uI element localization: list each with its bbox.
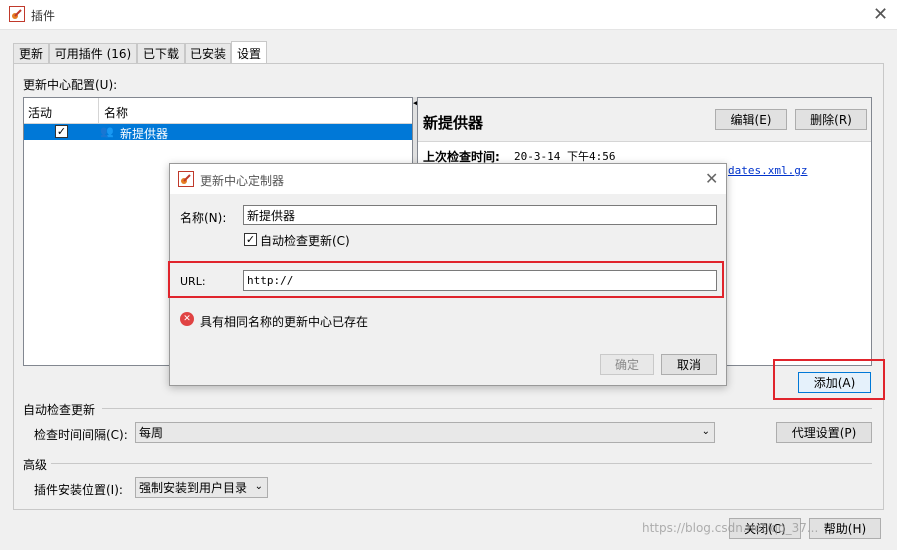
table-row[interactable]: ✓ 👥 新提供器 <box>24 124 412 141</box>
column-name: 名称 <box>104 106 129 120</box>
chevron-down-icon: ⌄ <box>254 481 263 492</box>
row-active-checkbox[interactable]: ✓ <box>55 125 68 138</box>
interval-select[interactable]: 每周 ⌄ <box>135 422 715 443</box>
advanced-divider <box>51 463 872 464</box>
column-active: 活动 <box>28 106 53 120</box>
install-location-select[interactable]: 强制安装到用户目录 ⌄ <box>135 477 268 498</box>
dialog-cancel-button[interactable]: 取消 <box>661 354 717 375</box>
dialog-app-icon <box>178 171 194 187</box>
update-center-customizer-dialog: 更新中心定制器 ✕ 名称(N): 新提供器 ✓ 自动检查更新(C) URL: h… <box>168 163 727 386</box>
dialog-close-icon[interactable]: ✕ <box>705 169 718 188</box>
error-message: 具有相同名称的更新中心已存在 <box>200 315 369 329</box>
dialog-title-bar: 更新中心定制器 ✕ <box>170 164 726 194</box>
tab-available-plugins[interactable]: 可用插件 (16) <box>49 43 137 63</box>
tab-updates[interactable]: 更新 <box>13 43 49 63</box>
add-button-highlight <box>773 359 885 400</box>
row-name: 新提供器 <box>120 127 169 141</box>
provider-icon: 👥 <box>100 125 114 138</box>
error-icon: ✕ <box>180 312 194 326</box>
close-icon[interactable]: ✕ <box>873 4 888 25</box>
install-location-label: 插件安装位置(I): <box>34 483 123 497</box>
advanced-section-label: 高级 <box>23 458 48 472</box>
url-highlight <box>168 261 724 298</box>
auto-check-checkbox[interactable]: ✓ <box>244 233 257 246</box>
delete-button[interactable]: 删除(R) <box>795 109 867 130</box>
dialog-name-field[interactable]: 新提供器 <box>243 205 717 225</box>
chevron-down-icon: ⌄ <box>701 426 710 437</box>
app-icon <box>9 6 25 22</box>
dialog-ok-button[interactable]: 确定 <box>600 354 654 375</box>
update-center-label: 更新中心配置(U): <box>23 78 118 92</box>
edit-button[interactable]: 编辑(E) <box>715 109 787 130</box>
dialog-title: 更新中心定制器 <box>200 174 285 188</box>
interval-label: 检查时间间隔(C): <box>34 428 128 442</box>
title-bar: 插件 ✕ <box>0 0 897 30</box>
auto-check-label: 自动检查更新(C) <box>260 234 350 248</box>
column-divider <box>98 98 99 124</box>
detail-title: 新提供器 <box>423 114 484 132</box>
tab-downloaded[interactable]: 已下载 <box>137 43 185 63</box>
watermark: https://blog.csdn.net/qq_37... <box>642 521 819 535</box>
url-link[interactable]: dates.xml.gz <box>728 164 807 177</box>
tab-settings[interactable]: 设置 <box>231 41 267 64</box>
auto-check-divider <box>102 408 872 409</box>
tab-installed[interactable]: 已安装 <box>185 43 231 63</box>
proxy-settings-button[interactable]: 代理设置(P) <box>776 422 872 443</box>
dialog-name-label: 名称(N): <box>180 211 227 225</box>
window-title: 插件 <box>31 9 56 23</box>
last-check-value: 20-3-14 下午4:56 <box>514 150 616 163</box>
table-header: 活动 名称 <box>24 98 412 124</box>
auto-check-section-label: 自动检查更新 <box>23 403 96 417</box>
help-button[interactable]: 帮助(H) <box>809 518 881 539</box>
